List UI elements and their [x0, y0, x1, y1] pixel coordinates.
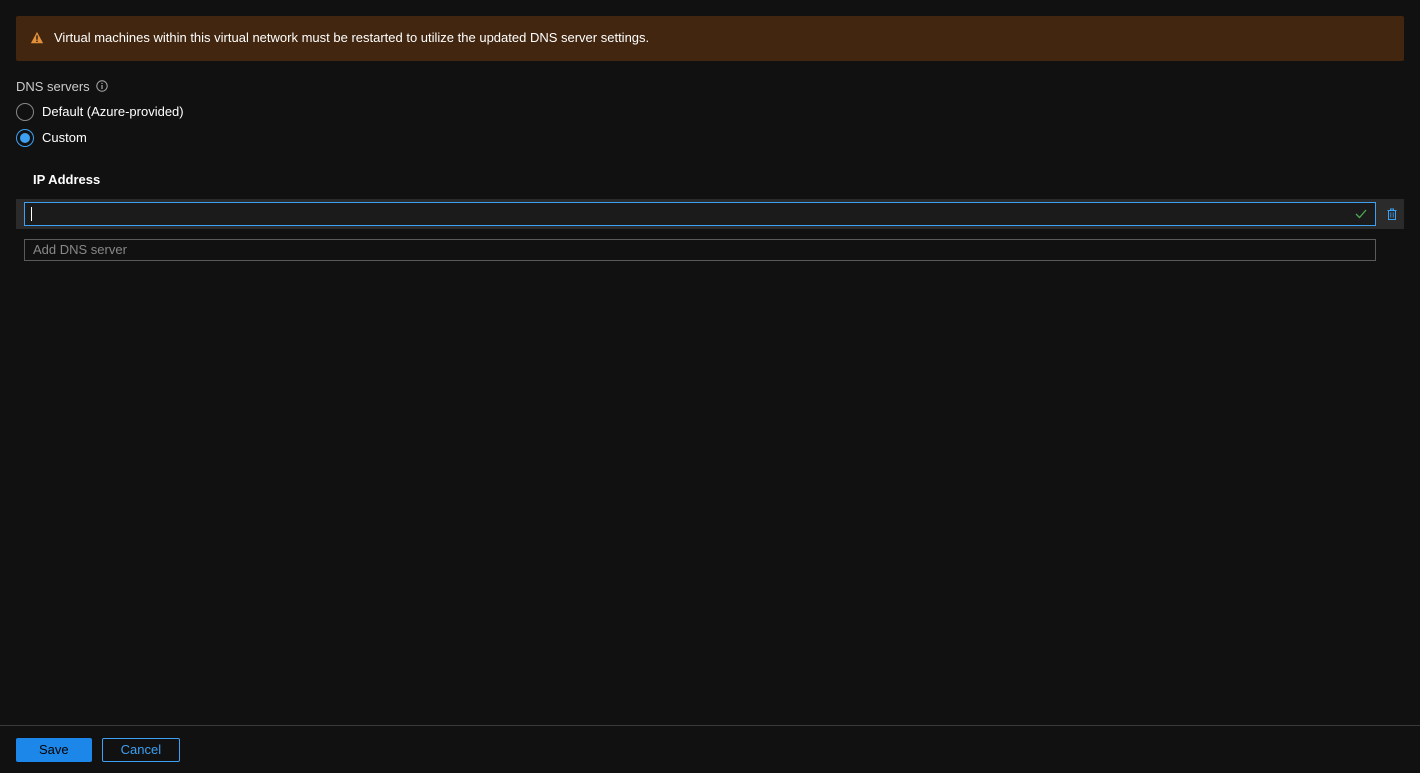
delete-icon[interactable]: [1384, 206, 1400, 222]
radio-circle-default: [16, 103, 34, 121]
radio-circle-custom: [16, 129, 34, 147]
warning-icon: [30, 31, 44, 45]
dns-server-input[interactable]: [31, 203, 1349, 225]
text-cursor: [31, 207, 32, 221]
warning-banner: Virtual machines within this virtual net…: [16, 16, 1404, 61]
dns-servers-radio-group: Default (Azure-provided) Custom: [16, 102, 1404, 148]
dns-add-row: [16, 239, 1404, 261]
radio-label-default: Default (Azure-provided): [42, 104, 184, 119]
warning-message: Virtual machines within this virtual net…: [54, 30, 649, 47]
dns-servers-label-row: DNS servers: [16, 79, 1404, 94]
radio-option-custom[interactable]: Custom: [16, 128, 1404, 148]
ip-address-section: IP Address: [16, 172, 1404, 261]
cancel-button[interactable]: Cancel: [102, 738, 180, 762]
dns-server-input-wrapper: [24, 202, 1376, 226]
dns-servers-label: DNS servers: [16, 79, 90, 94]
add-dns-server-input[interactable]: [24, 239, 1376, 261]
radio-option-default[interactable]: Default (Azure-provided): [16, 102, 1404, 122]
ip-address-header: IP Address: [16, 172, 1404, 187]
main-content: Virtual machines within this virtual net…: [0, 0, 1420, 725]
info-icon[interactable]: [96, 80, 108, 92]
dns-server-row: [16, 199, 1404, 229]
radio-dot: [20, 133, 30, 143]
footer-bar: Save Cancel: [0, 725, 1420, 773]
radio-label-custom: Custom: [42, 130, 87, 145]
checkmark-icon: [1353, 206, 1369, 222]
save-button[interactable]: Save: [16, 738, 92, 762]
